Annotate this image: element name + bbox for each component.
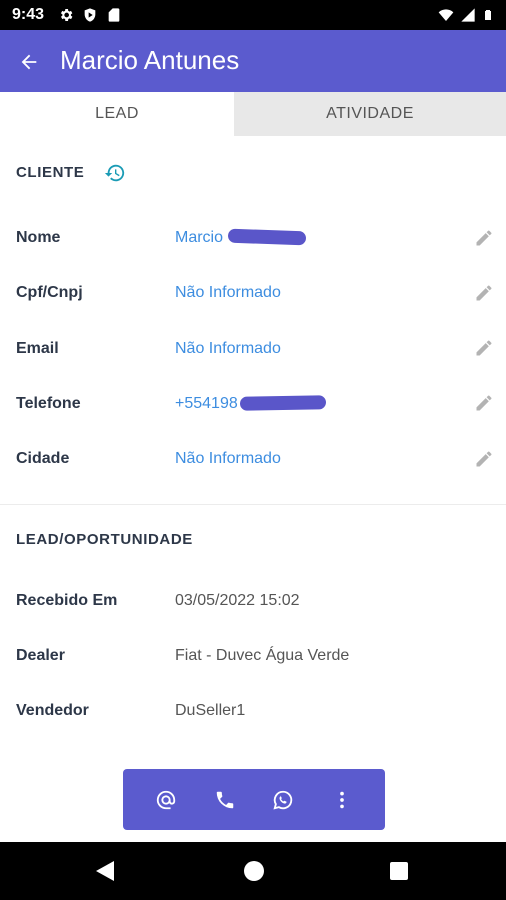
arrow-back-icon	[21, 54, 37, 70]
redaction-mark	[239, 395, 327, 411]
history-icon[interactable]	[104, 162, 126, 184]
value-telefone[interactable]: +554198	[175, 395, 238, 413]
tab-bar: LEAD ATIVIDADE	[0, 92, 506, 136]
battery-icon	[485, 10, 491, 20]
label-cidade: Cidade	[16, 450, 70, 467]
at-sign-icon	[157, 790, 176, 809]
value-nome[interactable]: Marcio	[175, 229, 223, 247]
status-left-icons	[58, 7, 122, 23]
edit-icon[interactable]	[474, 449, 494, 469]
more-vert-icon	[339, 791, 344, 808]
value-email[interactable]: Não Informado	[175, 340, 281, 358]
section-title-cliente: CLIENTE	[16, 164, 85, 181]
more-options-button[interactable]	[322, 780, 362, 820]
value-vendedor: DuSeller1	[175, 702, 246, 719]
label-telefone: Telefone	[16, 395, 81, 412]
gear-icon	[60, 9, 73, 21]
call-action-button[interactable]	[205, 780, 245, 820]
whatsapp-icon	[273, 790, 293, 810]
label-email: Email	[16, 340, 59, 357]
nav-back-icon[interactable]	[96, 861, 114, 881]
play-shield-icon	[84, 8, 96, 22]
label-vendedor: Vendedor	[16, 702, 89, 719]
email-action-button[interactable]	[146, 780, 186, 820]
section-title-lead: LEAD/OPORTUNIDADE	[16, 531, 193, 548]
section-divider	[0, 504, 506, 505]
edit-icon[interactable]	[474, 338, 494, 358]
whatsapp-action-button[interactable]	[263, 780, 303, 820]
label-dealer: Dealer	[16, 647, 65, 664]
label-nome: Nome	[16, 229, 61, 246]
page-title: Marcio Antunes	[60, 45, 240, 75]
phone-icon	[216, 791, 233, 808]
status-bar: 9:43	[0, 0, 506, 30]
value-cpf-cnpj[interactable]: Não Informado	[175, 284, 281, 302]
back-button[interactable]	[14, 47, 44, 77]
value-cidade[interactable]: Não Informado	[175, 450, 281, 468]
signal-icon	[461, 8, 475, 22]
nav-home-icon[interactable]	[244, 861, 264, 881]
label-recebido-em: Recebido Em	[16, 592, 118, 609]
edit-icon[interactable]	[474, 283, 494, 303]
contact-action-bar	[123, 769, 385, 830]
wifi-icon	[438, 9, 454, 21]
status-time: 9:43	[12, 6, 45, 23]
label-cpf-cnpj: Cpf/Cnpj	[16, 284, 83, 301]
value-recebido-em: 03/05/2022 15:02	[175, 592, 300, 609]
app-bar: Marcio Antunes	[0, 30, 506, 92]
edit-icon[interactable]	[474, 393, 494, 413]
sd-card-icon	[108, 8, 120, 22]
status-right-icons	[438, 7, 494, 23]
redaction-mark	[227, 228, 307, 246]
system-nav-bar	[0, 842, 506, 900]
nav-recents-icon[interactable]	[390, 862, 408, 880]
edit-icon[interactable]	[474, 228, 494, 248]
app-screen: Marcio Antunes LEAD ATIVIDADE CLIENTE No…	[0, 30, 506, 842]
value-dealer: Fiat - Duvec Água Verde	[175, 647, 350, 664]
tab-atividade[interactable]: ATIVIDADE	[234, 92, 506, 136]
tab-lead[interactable]: LEAD	[0, 92, 234, 136]
